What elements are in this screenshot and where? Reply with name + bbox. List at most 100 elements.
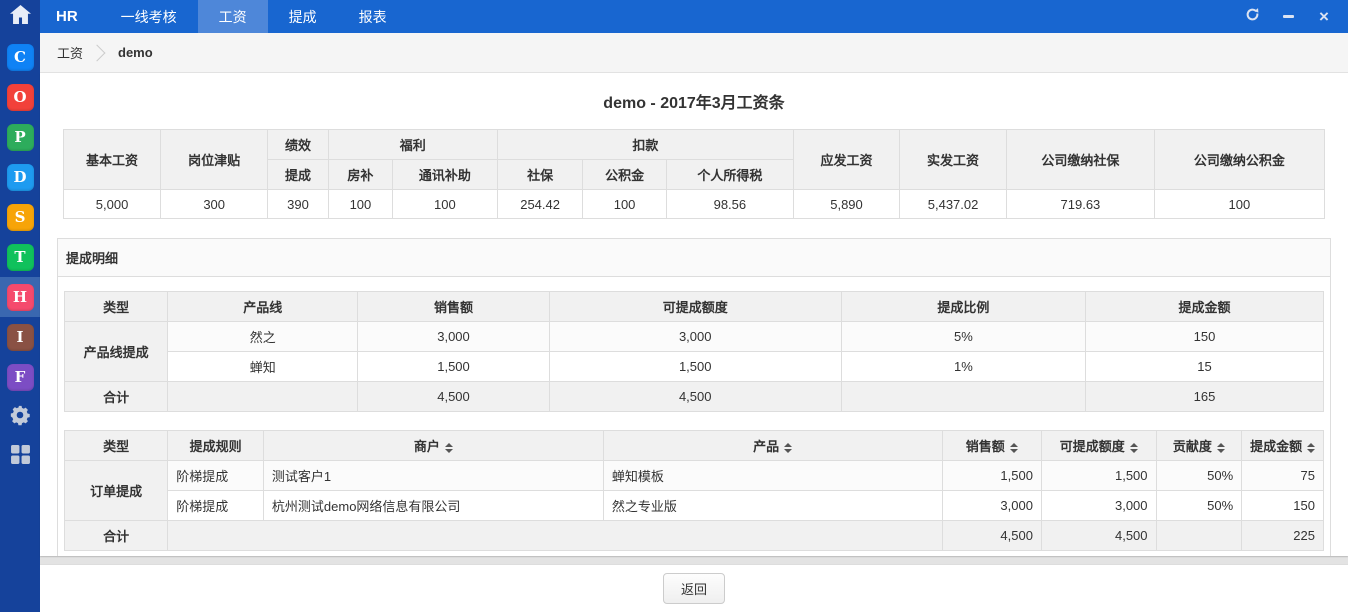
- app-p-icon: P: [6, 123, 34, 151]
- sidebar-app-o[interactable]: O: [0, 77, 40, 117]
- sales-cell: 1,500: [941, 460, 1042, 491]
- top-navbar: HR 一线考核 工资 提成 报表 ×: [40, 0, 1348, 33]
- sidebar-app-t[interactable]: T: [0, 237, 40, 277]
- table-row: 阶梯提成 杭州测试demo网络信息有限公司 然之专业版 3,000 3,000 …: [65, 490, 1324, 521]
- amount-cell: 15: [1085, 351, 1324, 382]
- empty-cell: [167, 381, 359, 412]
- col-product-sortable[interactable]: 产品: [602, 430, 943, 461]
- sidebar-all-apps[interactable]: [0, 437, 40, 477]
- sidebar-app-list: C O P D S T H I F: [0, 33, 40, 477]
- minimize-icon: [1282, 15, 1294, 18]
- app-t-icon: T: [6, 243, 34, 271]
- commission-value: 390: [267, 189, 329, 219]
- col-amount-sortable[interactable]: 提成金额: [1241, 430, 1324, 461]
- app-sidebar: C O P D S T H I F: [0, 0, 40, 612]
- window-controls: ×: [1244, 0, 1348, 33]
- company-fund-value: 100: [1153, 189, 1326, 219]
- tab-frontline-assessment[interactable]: 一线考核: [100, 0, 198, 33]
- post-allowance-value: 300: [160, 189, 269, 219]
- sort-icon: [1216, 442, 1225, 453]
- sales-cell: 1,500: [357, 351, 550, 382]
- total-row: 合计 4,500 4,500 225: [63, 520, 1324, 551]
- col-commission: 提成: [267, 159, 329, 190]
- company-social-value: 719.63: [1006, 189, 1155, 219]
- grid-icon: [10, 444, 31, 470]
- action-footer: 返回: [40, 564, 1348, 612]
- sidebar-app-c[interactable]: C: [0, 37, 40, 77]
- col-welfare-group: 福利: [327, 129, 498, 160]
- home-icon: [9, 4, 32, 30]
- sales-cell: 3,000: [941, 490, 1042, 521]
- app-f-icon: F: [6, 363, 34, 391]
- refresh-button[interactable]: [1244, 7, 1260, 25]
- product-cell: 然之专业版: [602, 490, 943, 521]
- table-row: 订单提成 阶梯提成 测试客户1 蝉知模板 1,500 1,500 50% 75: [63, 460, 1324, 521]
- tab-commission[interactable]: 提成: [268, 0, 338, 33]
- quota-cell: 1,500: [1040, 460, 1157, 491]
- social-insurance-value: 254.42: [496, 189, 584, 219]
- breadcrumb-section[interactable]: 工资: [57, 43, 83, 62]
- rate-cell: 5%: [840, 321, 1087, 352]
- col-net-salary: 实发工资: [898, 129, 1008, 190]
- col-contribution-sortable[interactable]: 贡献度: [1155, 430, 1243, 461]
- col-quota-sortable[interactable]: 可提成额度: [1040, 430, 1157, 461]
- app-d-icon: D: [6, 163, 34, 191]
- sidebar-app-f[interactable]: F: [0, 357, 40, 397]
- income-tax-value: 98.56: [665, 189, 795, 219]
- back-button[interactable]: 返回: [662, 573, 725, 604]
- row-group-order-commission: 订单提成: [63, 460, 169, 521]
- sidebar-app-p[interactable]: P: [0, 117, 40, 157]
- col-commission-quota: 可提成额度: [548, 291, 842, 322]
- panel-title: 提成明细: [58, 239, 1330, 277]
- sort-icon: [784, 442, 793, 453]
- tab-report[interactable]: 报表: [338, 0, 408, 33]
- app-s-icon: S: [6, 203, 34, 231]
- col-housing-allowance: 房补: [327, 159, 394, 190]
- page-content: demo - 2017年3月工资条 基本工资 岗位津贴 绩效 福利 扣款 应发工…: [40, 73, 1348, 556]
- navbar-spacer: [408, 0, 1244, 33]
- rule-cell: 阶梯提成: [167, 490, 264, 521]
- product-line-cell: 蝉知: [167, 351, 359, 382]
- close-button[interactable]: ×: [1316, 8, 1332, 25]
- minimize-button[interactable]: [1280, 9, 1296, 25]
- home-button[interactable]: [0, 0, 40, 33]
- col-customer-sortable[interactable]: 商户: [262, 430, 604, 461]
- panel-body: 类型 产品线 销售额 可提成额度 提成比例 提成金额 产品线提成 然之 3,00…: [58, 277, 1330, 556]
- gear-icon: [9, 404, 31, 431]
- order-commission-table: 类型 提成规则 商户 产品 销售额 可提成额度 贡献度 提成金额 订单提成 阶梯…: [63, 430, 1324, 551]
- col-deduction-group: 扣款: [496, 129, 795, 160]
- salary-header-row-1: 基本工资 岗位津贴 绩效 福利 扣款 应发工资 实发工资 公司缴纳社保 公司缴纳…: [62, 129, 1326, 190]
- total-label: 合计: [63, 381, 169, 412]
- col-commission-rate: 提成比例: [840, 291, 1087, 322]
- product-cell: 蝉知模板: [602, 460, 943, 491]
- col-type: 类型: [63, 430, 169, 461]
- col-telecom-allowance: 通讯补助: [392, 159, 498, 190]
- total-quota: 4,500: [1040, 520, 1157, 551]
- quota-cell: 3,000: [548, 321, 842, 352]
- total-amount: 165: [1085, 381, 1324, 412]
- col-commission-amount: 提成金额: [1085, 291, 1324, 322]
- empty-cell: [1155, 520, 1243, 551]
- tab-salary[interactable]: 工资: [197, 0, 268, 33]
- app-h-icon: H: [6, 283, 34, 311]
- net-salary-value: 5,437.02: [898, 189, 1008, 219]
- sidebar-app-s[interactable]: S: [0, 197, 40, 237]
- order-table-header-row: 类型 提成规则 商户 产品 销售额 可提成额度 贡献度 提成金额: [63, 430, 1324, 461]
- product-commission-table: 类型 产品线 销售额 可提成额度 提成比例 提成金额 产品线提成 然之 3,00…: [63, 291, 1324, 412]
- sidebar-app-i[interactable]: I: [0, 317, 40, 357]
- table-gap: [64, 412, 1324, 430]
- col-income-tax: 个人所得税: [665, 159, 795, 190]
- col-housing-fund: 公积金: [582, 159, 667, 190]
- total-label: 合计: [63, 520, 169, 551]
- col-sales-sortable[interactable]: 销售额: [941, 430, 1042, 461]
- sidebar-settings[interactable]: [0, 397, 40, 437]
- product-table-header-row: 类型 产品线 销售额 可提成额度 提成比例 提成金额: [63, 291, 1324, 322]
- housing-fund-value: 100: [582, 189, 667, 219]
- empty-cell: [167, 520, 943, 551]
- sidebar-app-h-active[interactable]: H: [0, 277, 40, 317]
- col-social-insurance: 社保: [496, 159, 584, 190]
- sidebar-app-d[interactable]: D: [0, 157, 40, 197]
- total-amount: 225: [1241, 520, 1324, 551]
- amount-cell: 150: [1241, 490, 1324, 521]
- chevron-right-icon: [88, 44, 106, 61]
